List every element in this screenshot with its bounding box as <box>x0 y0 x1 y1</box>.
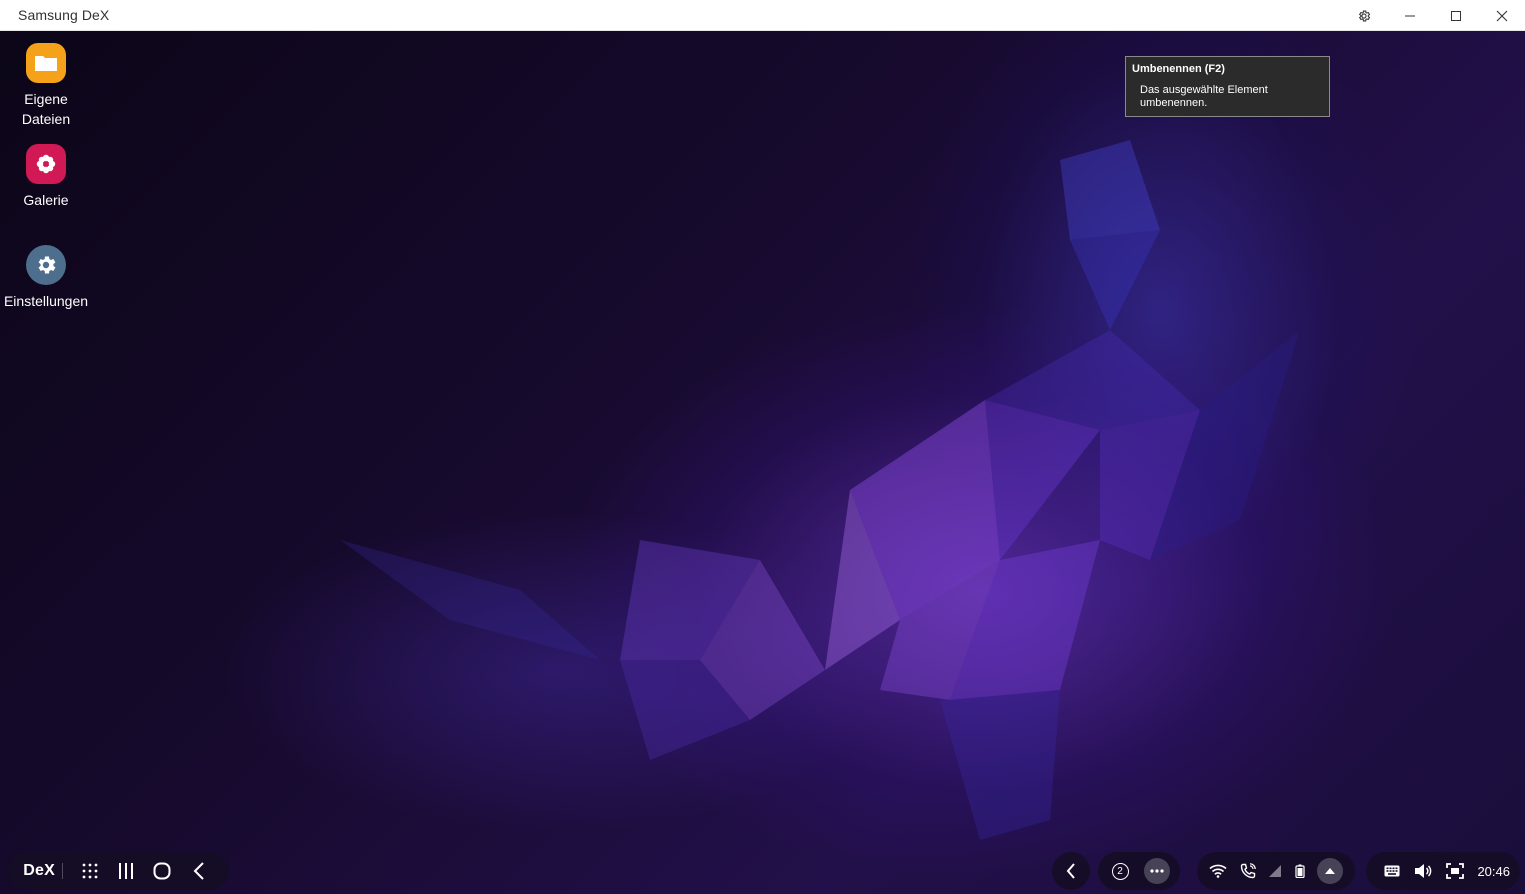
notification-count: 2 <box>1117 865 1123 877</box>
gear-icon <box>38 256 56 274</box>
taskbar-nav-pill: DeX <box>8 852 229 890</box>
window-controls <box>1341 0 1525 31</box>
recent-apps-button[interactable] <box>108 852 144 890</box>
wallpaper-polygons <box>340 140 1300 840</box>
notification-count-badge: 2 <box>1111 862 1129 880</box>
screenshot-icon <box>1445 863 1464 879</box>
wifi-call-icon <box>1240 863 1256 879</box>
volume-icon <box>1414 864 1432 878</box>
more-button-circle <box>1144 858 1170 884</box>
close-button[interactable] <box>1479 0 1525 31</box>
taskbar-scroll-back-pill[interactable] <box>1052 852 1090 890</box>
desktop-wallpaper: Eigene Dateien Galerie Einstellungen <box>0 31 1525 894</box>
minimize-icon <box>1405 15 1415 16</box>
tooltip-description: Das ausgewählte Element umbenennen. <box>1132 84 1323 110</box>
desktop-icon-settings[interactable]: Einstellungen <box>0 245 92 311</box>
flower-icon <box>36 154 56 174</box>
volume-button[interactable] <box>1414 852 1432 890</box>
tooltip-title: Umbenennen (F2) <box>1132 63 1225 75</box>
my-files-label-line1: Eigene <box>24 91 68 107</box>
apps-grid-icon <box>82 863 97 879</box>
keyboard-button[interactable] <box>1384 852 1400 890</box>
chevron-left-icon <box>1066 863 1075 879</box>
taskbar-status-pill[interactable] <box>1197 852 1355 890</box>
gallery-label: Galerie <box>23 192 69 208</box>
maximize-icon <box>1451 10 1461 21</box>
my-files-label-line2: Dateien <box>21 111 71 127</box>
back-button[interactable] <box>181 852 217 890</box>
rename-tooltip: Umbenennen (F2) Das ausgewählte Element … <box>1125 56 1330 117</box>
window-titlebar: Samsung DeX <box>0 0 1525 31</box>
my-files-app-icon <box>26 43 66 83</box>
wifi-icon <box>1209 864 1227 878</box>
more-dots-icon <box>1150 869 1164 873</box>
dex-button[interactable]: DeX <box>20 852 58 890</box>
gallery-app-icon <box>26 144 66 184</box>
taskbar-separator <box>62 863 64 879</box>
close-icon <box>1496 10 1508 21</box>
tooltip-description-line2: umbenennen. <box>1140 97 1208 109</box>
settings-label: Einstellungen <box>3 293 89 309</box>
signal-icon <box>1269 865 1281 877</box>
desktop-icon-my-files[interactable]: Eigene Dateien <box>0 43 92 129</box>
taskbar-system-pill: 20:46 <box>1366 852 1520 890</box>
notification-count-button[interactable]: 2 <box>1106 852 1134 890</box>
clock[interactable]: 20:46 <box>1477 864 1510 879</box>
tooltip-description-line1: Das ausgewählte Element <box>1140 84 1268 96</box>
gear-icon <box>1358 10 1371 21</box>
more-button[interactable] <box>1142 852 1172 890</box>
home-icon <box>153 862 171 880</box>
apps-button[interactable] <box>71 852 107 890</box>
screenshot-button[interactable] <box>1445 852 1464 890</box>
desktop-icon-gallery[interactable]: Galerie <box>0 144 92 210</box>
taskbar-notification-pill: 2 <box>1098 852 1180 890</box>
expand-up-icon <box>1325 868 1335 874</box>
settings-button[interactable] <box>1341 0 1387 31</box>
battery-icon <box>1294 864 1305 878</box>
minimize-button[interactable] <box>1387 0 1433 31</box>
window-title: Samsung DeX <box>18 7 110 23</box>
home-button[interactable] <box>144 852 180 890</box>
folder-icon <box>35 56 57 71</box>
maximize-button[interactable] <box>1433 0 1479 31</box>
back-icon <box>193 862 204 880</box>
keyboard-icon <box>1384 865 1400 877</box>
dex-logo: DeX <box>23 862 56 879</box>
settings-app-icon <box>26 245 66 285</box>
expand-status-button[interactable] <box>1317 858 1343 884</box>
recent-apps-icon <box>118 863 133 879</box>
